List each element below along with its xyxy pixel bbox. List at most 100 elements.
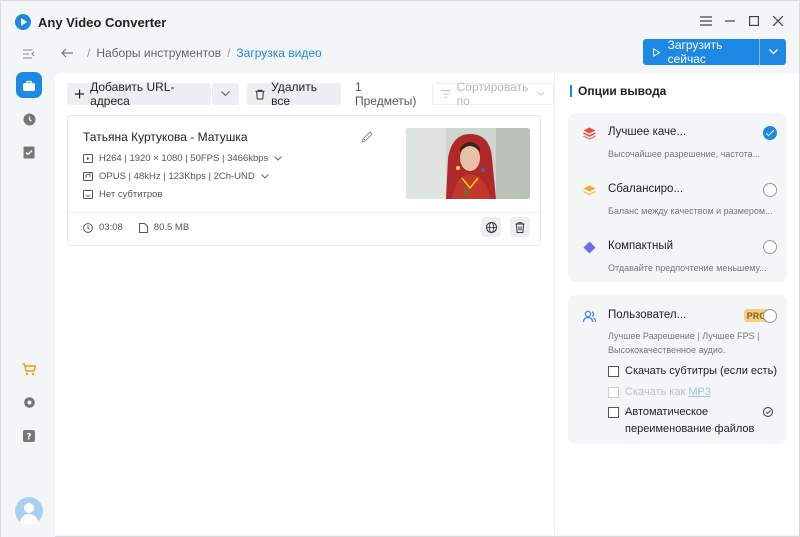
task-list-icon [23,146,35,158]
auto-rename-label-line1: Автоматическое [625,406,709,418]
option-custom[interactable]: Пользовател... PRO Лучшее Разрешение | Л… [580,309,780,359]
items-count: 1 Предметы) [354,80,417,108]
audio-stream-text: OPUS | 48kHz | 123Kbps | 2Ch-UND [99,171,255,182]
audio-stream-icon [83,172,93,181]
sidebar-item-store[interactable] [16,356,42,382]
option-custom-radio[interactable] [763,309,777,323]
breadcrumb-current: Загрузка видео [236,46,322,60]
delete-all-button[interactable]: Удалить все [247,80,341,108]
download-mp3-label: Скачать как [625,386,689,398]
add-url-button[interactable]: Добавить URL-адреса [67,80,212,108]
clock-icon [23,113,35,125]
option-balanced[interactable]: Сбалансиро... Баланс между качеством и р… [580,183,780,219]
video-item-card[interactable]: Татьяна Куртукова - Матушка H264 | 1920 … [67,115,541,246]
breadcrumb-toolbox[interactable]: Наборы инструментов [96,46,221,60]
app-logo-icon [15,14,31,30]
sort-by-dropdown[interactable]: Сортировать по [432,80,555,108]
best-quality-icon [583,127,596,140]
output-options-title: Опции вывода [570,85,666,97]
video-title: Татьяна Куртукова - Матушка [83,130,248,144]
back-arrow-icon[interactable] [61,46,75,60]
download-now-label: Загрузить сейчас [667,38,723,66]
option-balanced-desc: Баланс между качеством и размером... [608,206,773,216]
option-best-quality-desc: Высочайшее разрешение, частота... [608,149,761,159]
title-bar: Any Video Converter [1,1,799,41]
sidebar-item-settings[interactable] [16,389,42,415]
file-icon [138,222,148,233]
video-thumbnail[interactable] [406,128,530,199]
balanced-icon [583,185,596,196]
video-footer-info: 03:08 80.5 MB [83,222,189,233]
download-subtitles-checkbox-row[interactable]: Скачать субтитры (если есть) [608,365,777,377]
cart-icon [22,362,36,375]
subtitles-icon [83,190,93,199]
option-best-quality[interactable]: Лучшее каче... Высочайшее разрешение, ча… [580,126,780,162]
video-stream-text: H264 | 1920 × 1080 | 50FPS | 3466kbps [99,153,269,164]
trash-icon [255,89,265,100]
mp3-link[interactable]: MP3 [688,386,711,398]
option-balanced-radio[interactable] [763,183,777,197]
sidebar-item-help[interactable]: ? [16,423,42,449]
option-best-quality-name: Лучшее каче... [608,126,687,138]
chevron-down-icon[interactable] [274,156,283,161]
download-list-panel: Добавить URL-адреса Удалить все 1 Предме… [55,73,555,535]
svg-text:?: ? [26,433,31,443]
menu-icon[interactable] [698,13,714,29]
sort-by-label: Сортировать по [456,80,529,108]
option-custom-desc-line1: Лучшее Разрешение | Лучшее FPS | [608,331,760,341]
option-balanced-name: Сбалансиро... [608,183,684,195]
chevron-down-icon[interactable] [260,174,269,179]
auto-rename-checkbox-row[interactable]: Автоматическое переименование файлов [608,404,754,438]
option-compact-radio[interactable] [763,240,777,254]
auto-rename-label-line2: переименование файлов [625,423,755,435]
rename-settings-icon[interactable] [762,405,774,423]
clock-icon [83,222,93,233]
gear-icon [23,396,35,408]
download-mp3-checkbox [608,387,619,398]
maximize-icon[interactable] [746,13,762,29]
download-subtitles-label: Скачать субтитры (если есть) [625,365,777,377]
auto-rename-checkbox[interactable] [608,407,619,418]
edit-icon[interactable] [361,130,374,148]
output-options-panel: Опции вывода Лучшее каче... Высочайшее р… [554,73,799,535]
subtitles-text: Нет субтитров [99,189,163,200]
breadcrumb-separator: / [87,46,91,60]
delete-item-button[interactable] [510,217,530,237]
add-url-label: Добавить URL-адреса [90,80,175,108]
globe-icon [485,221,497,233]
sort-icon [441,90,451,98]
sidebar-item-toolbox[interactable] [16,72,42,98]
close-icon[interactable] [770,13,786,29]
play-icon [653,47,661,57]
download-options-dropdown[interactable] [760,39,786,65]
users-icon [583,310,596,323]
video-size: 80.5 MB [153,222,190,233]
option-custom-desc-line2: Высококачественное аудио. [608,345,726,355]
option-best-quality-radio[interactable] [763,126,777,140]
quality-presets-group: Лучшее каче... Высочайшее разрешение, ча… [568,113,787,282]
chevron-down-icon [537,91,545,96]
plus-icon [75,89,85,99]
minimize-icon[interactable] [722,13,738,29]
collapse-sidebar-icon[interactable] [16,41,42,67]
custom-preset-group: Пользовател... PRO Лучшее Разрешение | Л… [568,295,787,444]
sidebar-item-history[interactable] [16,106,42,132]
audio-stream-info: OPUS | 48kHz | 123Kbps | 2Ch-UND [83,171,269,182]
sidebar-item-tasks[interactable] [16,139,42,165]
option-compact[interactable]: Компактный Отдавайте предпочтение меньше… [580,240,780,276]
toolbox-icon [23,80,35,91]
download-mp3-checkbox-row: Скачать как MP3 [608,386,711,398]
chevron-down-icon [768,49,778,55]
subtitles-info: Нет субтитров [83,189,163,200]
download-subtitles-checkbox[interactable] [608,366,619,377]
user-avatar[interactable] [15,497,43,525]
add-url-dropdown[interactable] [212,83,240,105]
video-stream-icon [83,154,93,163]
delete-all-label: Удалить все [271,80,317,108]
chevron-down-icon [221,91,231,97]
app-title: Any Video Converter [38,15,167,30]
list-toolbar: Добавить URL-адреса Удалить все 1 Предме… [67,80,555,108]
language-button[interactable] [481,217,501,237]
download-now-button[interactable]: Загрузить сейчас [643,38,759,66]
video-duration: 03:08 [99,222,123,233]
